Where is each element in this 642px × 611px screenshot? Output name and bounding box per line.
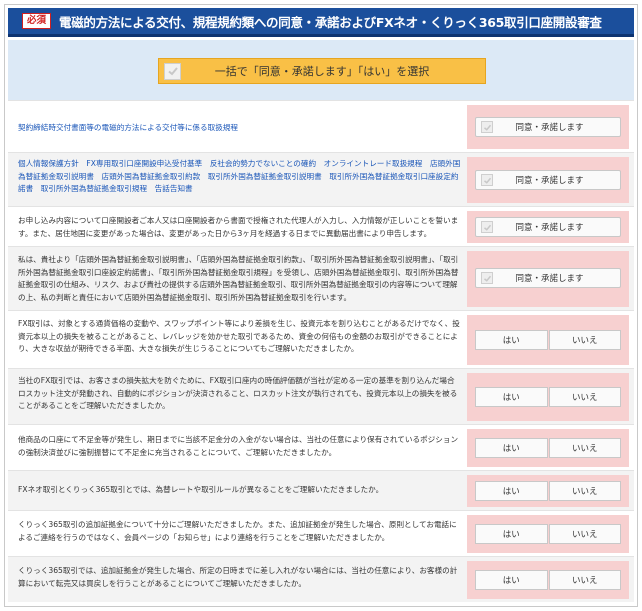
- yes-button[interactable]: はい: [475, 330, 548, 350]
- confirm-text: FX取引は、対象とする通貨価格の変動や、スワップポイント等により差損を生じ、投資…: [18, 319, 460, 353]
- agree-button[interactable]: 同意・承諾します: [475, 217, 621, 237]
- no-button[interactable]: いいえ: [548, 481, 621, 501]
- confirm-row: 当社のFX取引では、お客さまの損失拡大を防ぐために、FX取引口座内の時価評価額が…: [8, 368, 634, 424]
- bulk-select-button[interactable]: 一括で「同意・承諾します」「はい」を選択: [158, 58, 486, 84]
- checkmark-icon: [164, 62, 181, 80]
- consent-row: お申し込み内容について口座開設者ご本人又は口座開設者から書面で授権された代理人が…: [8, 206, 634, 246]
- checkmark-icon: [481, 221, 493, 233]
- answer-panel: はい いいえ: [467, 429, 629, 467]
- consent-row: 私は、貴社より「店頭外国為替証拠金取引説明書」、「店頭外国為替証拠金取引約款」、…: [8, 246, 634, 310]
- section-title: 電磁的方法による交付、規程規約類への同意・承諾およびFXネオ・くりっく365取引…: [59, 14, 602, 30]
- yes-button[interactable]: はい: [475, 570, 548, 590]
- answer-panel: 同意・承諾します: [467, 211, 629, 243]
- confirm-row: 他商品の口座にて不足金等が発生し、期日までに当該不足金分の入金がない場合は、当社…: [8, 424, 634, 470]
- agree-button-label: 同意・承諾します: [515, 274, 584, 284]
- yes-no-group: はい いいえ: [475, 481, 621, 501]
- yes-no-group: はい いいえ: [475, 387, 621, 407]
- no-button[interactable]: いいえ: [548, 387, 621, 407]
- section-header: 必須 電磁的方法による交付、規程規約類への同意・承諾およびFXネオ・くりっく36…: [8, 8, 634, 37]
- yes-no-group: はい いいえ: [475, 570, 621, 590]
- no-button[interactable]: いいえ: [548, 570, 621, 590]
- yes-button[interactable]: はい: [475, 387, 548, 407]
- confirm-text: FXネオ取引とくりっく365取引とでは、為替レートや取引ルールが異なることをご理…: [18, 485, 384, 494]
- confirm-text: くりっく365取引の追加証拠金について十分にご理解いただきましたか。また、追加証…: [18, 520, 457, 542]
- answer-panel: はい いいえ: [467, 475, 629, 507]
- yes-button[interactable]: はい: [475, 524, 548, 544]
- agree-button[interactable]: 同意・承諾します: [475, 170, 621, 190]
- confirm-text: 他商品の口座にて不足金等が発生し、期日までに当該不足金分の入金がない場合は、当社…: [18, 435, 459, 457]
- agree-button-label: 同意・承諾します: [515, 223, 584, 233]
- agree-button-label: 同意・承諾します: [515, 176, 584, 186]
- answer-panel: 同意・承諾します: [467, 105, 629, 149]
- consent-text-link[interactable]: 契約締結時交付書面等の電磁的方法による交付等に係る取扱規程: [18, 122, 462, 135]
- consent-text: お申し込み内容について口座開設者ご本人又は口座開設者から書面で授権された代理人が…: [18, 216, 459, 238]
- confirm-row: FX取引は、対象とする通貨価格の変動や、スワップポイント等により差損を生じ、投資…: [8, 310, 634, 368]
- consent-row: 個人情報保護方針 FX専用取引口座開設申込受付基準 反社会的勢力でないことの確約…: [8, 152, 634, 206]
- confirm-row: くりっく365取引では、追加証拠金が発生した場合、所定の日時までに差し入れがない…: [8, 556, 634, 602]
- bulk-select-label: 一括で「同意・承諾します」「はい」を選択: [214, 65, 430, 78]
- no-button[interactable]: いいえ: [548, 330, 621, 350]
- required-badge: 必須: [22, 13, 52, 29]
- checkmark-icon: [481, 121, 493, 133]
- no-button[interactable]: いいえ: [548, 438, 621, 458]
- consent-row: 契約締結時交付書面等の電磁的方法による交付等に係る取扱規程 同意・承諾します: [8, 100, 634, 152]
- no-button[interactable]: いいえ: [548, 524, 621, 544]
- answer-panel: はい いいえ: [467, 315, 629, 365]
- agree-button-label: 同意・承諾します: [515, 123, 584, 133]
- answer-panel: 同意・承諾します: [467, 157, 629, 203]
- bulk-select-area: 一括で「同意・承諾します」「はい」を選択: [8, 40, 634, 100]
- answer-panel: 同意・承諾します: [467, 251, 629, 307]
- yes-no-group: はい いいえ: [475, 524, 621, 544]
- answer-panel: はい いいえ: [467, 373, 629, 421]
- confirm-text: くりっく365取引では、追加証拠金が発生した場合、所定の日時までに差し入れがない…: [18, 566, 458, 588]
- consent-text-link[interactable]: 個人情報保護方針 FX専用取引口座開設申込受付基準 反社会的勢力でないことの確約…: [18, 158, 462, 196]
- checkmark-icon: [481, 174, 493, 186]
- yes-no-group: はい いいえ: [475, 438, 621, 458]
- agree-button[interactable]: 同意・承諾します: [475, 117, 621, 137]
- yes-button[interactable]: はい: [475, 481, 548, 501]
- yes-no-group: はい いいえ: [475, 330, 621, 350]
- answer-panel: はい いいえ: [467, 561, 629, 599]
- confirm-row: FXネオ取引とくりっく365取引とでは、為替レートや取引ルールが異なることをご理…: [8, 470, 634, 510]
- consent-list: 契約締結時交付書面等の電磁的方法による交付等に係る取扱規程 同意・承諾します 個…: [8, 100, 634, 602]
- consent-text: 私は、貴社より「店頭外国為替証拠金取引説明書」、「店頭外国為替証拠金取引約款」、…: [18, 255, 459, 302]
- yes-button[interactable]: はい: [475, 438, 548, 458]
- checkmark-icon: [481, 272, 493, 284]
- agree-button[interactable]: 同意・承諾します: [475, 268, 621, 288]
- answer-panel: はい いいえ: [467, 515, 629, 553]
- confirm-row: くりっく365取引の追加証拠金について十分にご理解いただきましたか。また、追加証…: [8, 510, 634, 556]
- confirm-text: 当社のFX取引では、お客さまの損失拡大を防ぐために、FX取引口座内の時価評価額が…: [18, 376, 458, 410]
